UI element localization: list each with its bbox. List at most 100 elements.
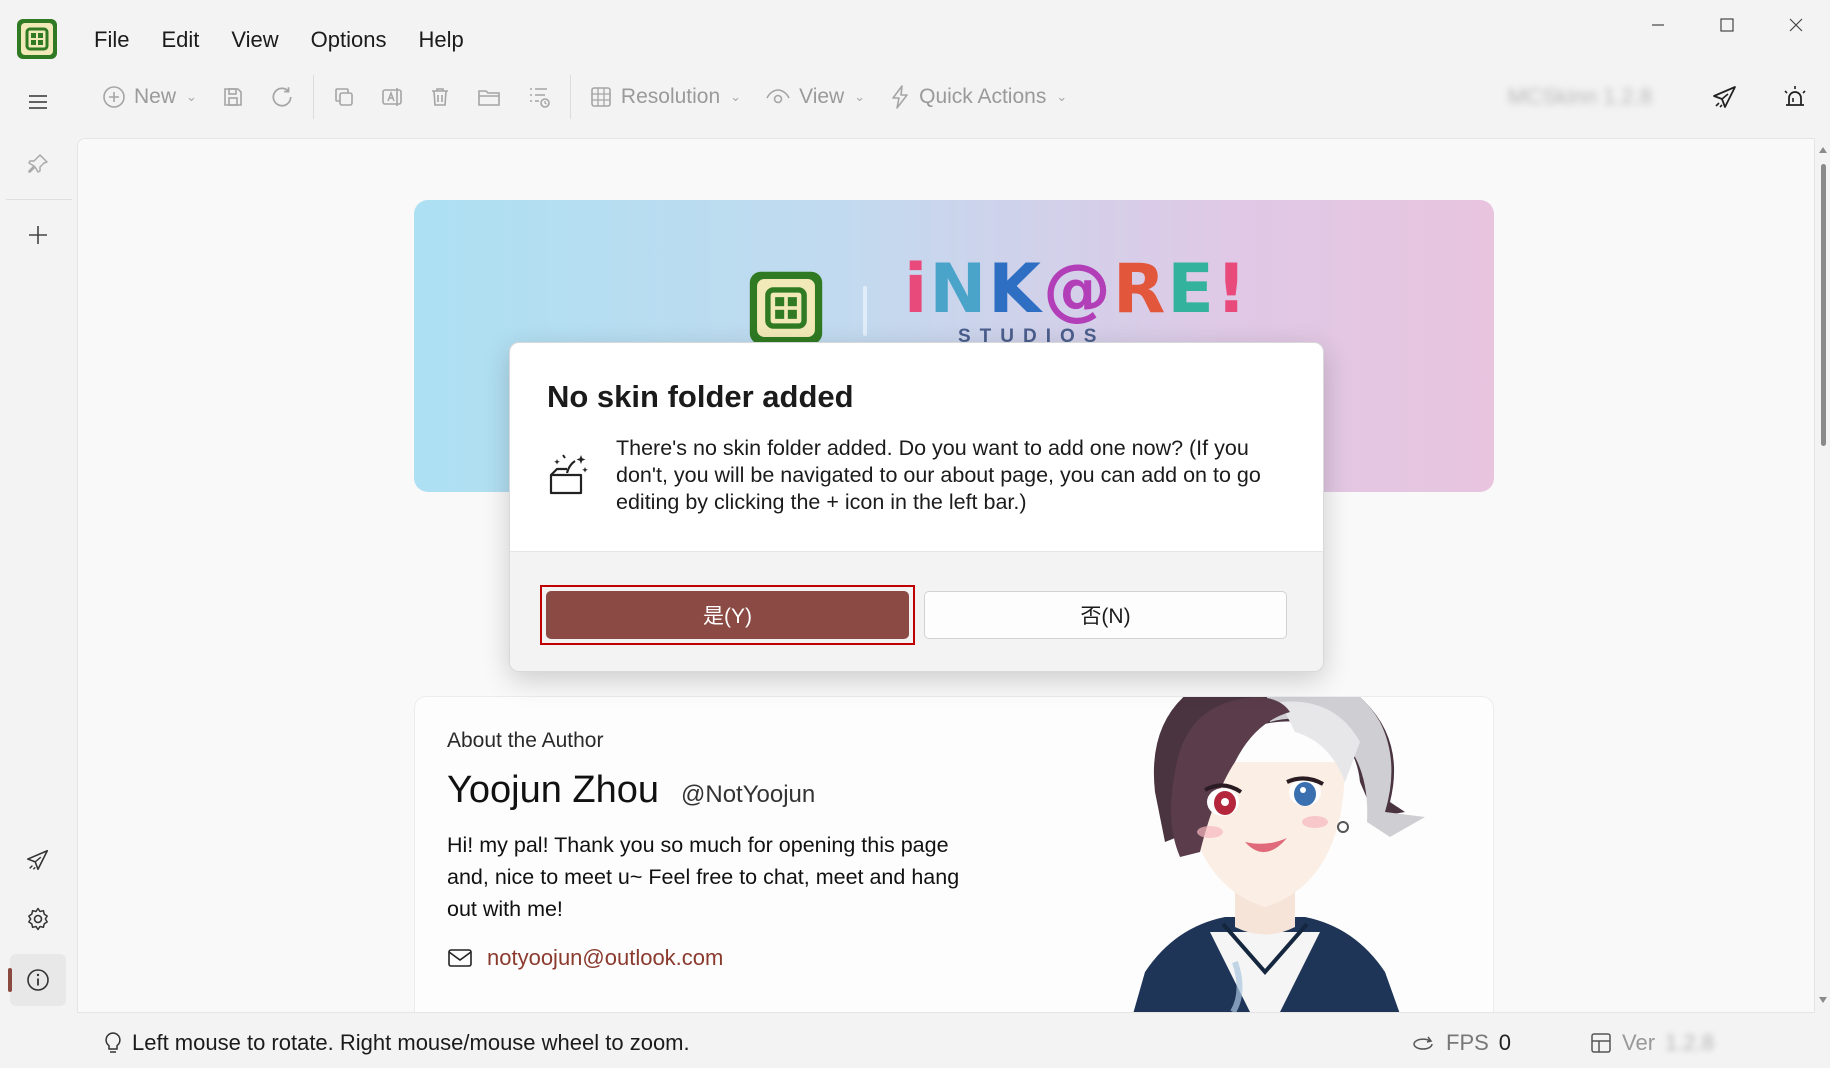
list-settings-button[interactable] (514, 74, 564, 120)
app-name-blurred: MCSkinn 1.2.8 (1507, 84, 1652, 109)
new-button[interactable]: New ⌄ (90, 74, 209, 120)
status-hint: Left mouse to rotate. Right mouse/mouse … (102, 1030, 690, 1056)
chevron-down-icon: ⌄ (1056, 89, 1068, 104)
rail-feedback-button[interactable] (10, 834, 66, 886)
version-label: Ver (1622, 1030, 1656, 1055)
version-value: 1.2.8 (1665, 1030, 1714, 1055)
menu-help[interactable]: Help (403, 22, 480, 58)
quick-actions-dropdown[interactable]: Quick Actions ⌄ (877, 74, 1079, 120)
resolution-dropdown[interactable]: Resolution ⌄ (577, 74, 753, 120)
status-bar: Left mouse to rotate. Right mouse/mouse … (0, 1020, 1830, 1068)
maximize-button[interactable] (1692, 0, 1761, 50)
sparkle-box-icon (545, 451, 591, 497)
menu-file[interactable]: File (78, 22, 145, 58)
menu-options[interactable]: Options (295, 22, 403, 58)
fps-value: 0 (1498, 1030, 1512, 1055)
notification-button[interactable] (1760, 83, 1830, 111)
close-icon (1789, 18, 1802, 32)
title-bar: File Edit View Options Help (0, 0, 1830, 78)
paper-plane-icon (1713, 86, 1736, 108)
toolbar: New ⌄ Resolution ⌄ View ⌄ Quick Actions … (90, 74, 1830, 120)
view-dropdown[interactable]: View ⌄ (753, 74, 877, 120)
quick-actions-label: Quick Actions (919, 85, 1047, 108)
rotate-icon (1413, 1036, 1433, 1050)
resolution-label: Resolution (620, 85, 721, 108)
list-settings-icon (529, 88, 550, 108)
scrollbar-thumb[interactable] (1821, 164, 1826, 446)
app-logo-large-icon (748, 270, 824, 346)
folder-icon (478, 90, 500, 106)
menu-edit[interactable]: Edit (145, 22, 215, 58)
logo-letter: R (1112, 250, 1168, 329)
fps-label: FPS (1446, 1030, 1489, 1055)
copy-button[interactable] (320, 74, 368, 120)
author-handle: @NotYoojun (681, 781, 816, 808)
author-bio: Hi! my pal! Thank you so much for openin… (447, 833, 960, 921)
author-avatar (1133, 697, 1425, 1012)
dialog-footer: 是(Y) 否(N) (510, 551, 1323, 671)
minimize-button[interactable] (1623, 0, 1692, 50)
eye-icon (766, 89, 790, 104)
view-label: View (799, 85, 845, 108)
hamburger-menu-button[interactable] (10, 76, 66, 128)
window-controls (1623, 0, 1830, 50)
refresh-icon (272, 87, 292, 107)
chevron-down-icon: ⌄ (186, 89, 197, 104)
no-skin-folder-dialog: No skin folder added There's no skin fol… (509, 342, 1324, 672)
hamburger-icon (29, 95, 47, 109)
toolbar-divider (312, 75, 314, 119)
settings-button[interactable] (10, 893, 66, 945)
mail-icon (448, 949, 472, 967)
lightbulb-icon (105, 1032, 121, 1053)
info-icon (27, 969, 49, 991)
about-button[interactable] (10, 954, 66, 1006)
dialog-title: No skin folder added (547, 379, 854, 414)
app-logo-icon (16, 18, 58, 60)
toolbar-divider (569, 75, 571, 119)
status-hint-text: Left mouse to rotate. Right mouse/mouse … (132, 1030, 690, 1055)
add-skin-folder-button[interactable] (10, 209, 66, 261)
delete-button[interactable] (416, 74, 464, 120)
add-circle-icon (103, 86, 125, 108)
inkore-logo: iNK@RE! (904, 250, 1249, 329)
gear-icon (28, 907, 48, 931)
author-email-row: notyoojun@outlook.com (447, 945, 723, 971)
toolbar-right: MCSkinn 1.2.8 (1508, 74, 1830, 120)
logo-letter: E (1167, 250, 1216, 329)
no-button[interactable]: 否(N) (924, 591, 1287, 639)
logo-letter: N (929, 250, 989, 329)
author-name: Yoojun Zhou (447, 769, 660, 811)
chevron-down-icon: ⌄ (730, 89, 742, 104)
close-window-button[interactable] (1761, 0, 1830, 50)
vertical-scrollbar[interactable] (1816, 140, 1830, 1010)
fps-indicator: FPS 0 (1410, 1030, 1511, 1056)
maximize-icon (1719, 18, 1734, 32)
chevron-down-icon: ⌄ (854, 89, 866, 104)
author-email-link[interactable]: notyoojun@outlook.com (487, 945, 723, 971)
open-folder-button[interactable] (464, 74, 514, 120)
menu-view[interactable]: View (215, 22, 294, 58)
rename-icon (382, 88, 402, 106)
scroll-down-icon (1819, 997, 1827, 1003)
save-icon (224, 88, 242, 106)
save-button[interactable] (209, 74, 257, 120)
copy-icon (335, 88, 353, 106)
refresh-button[interactable] (257, 74, 307, 120)
alert-light-icon (1784, 86, 1806, 106)
layout-icon (1591, 1033, 1611, 1053)
lightning-icon (892, 85, 908, 109)
logo-letter: i (904, 250, 930, 329)
rail-active-indicator (8, 968, 12, 992)
pin-button[interactable] (10, 138, 66, 190)
feedback-button[interactable] (1690, 83, 1760, 111)
version-indicator: Ver 1.2.8 (1590, 1030, 1714, 1056)
paper-plane-icon (26, 849, 49, 871)
left-navigation-rail (0, 78, 76, 1008)
rail-divider (6, 199, 72, 200)
dialog-message: There's no skin folder added. Do you wan… (616, 436, 1261, 514)
menu-bar: File Edit View Options Help (78, 22, 480, 58)
yes-button[interactable]: 是(Y) (546, 591, 909, 639)
plus-icon (29, 226, 47, 244)
rename-button[interactable] (368, 74, 416, 120)
grid-icon (591, 87, 611, 107)
